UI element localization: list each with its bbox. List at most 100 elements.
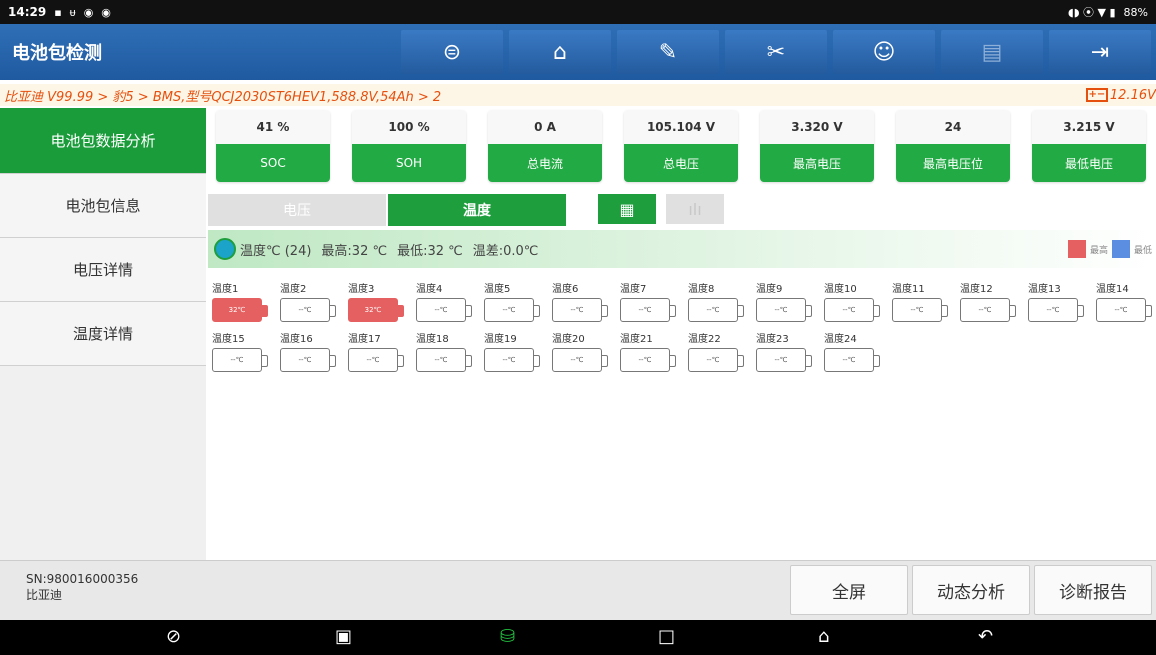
temperature-cell-label: 温度17 <box>348 334 381 345</box>
edit-icon: ✎ <box>658 39 678 65</box>
metric-card-total-voltage: 105.104 V 总电压 <box>624 110 738 182</box>
temperature-cell-value: --℃ <box>484 348 540 372</box>
grid-view-button[interactable]: ▦ <box>598 194 656 224</box>
back-icon[interactable]: ↶ <box>978 626 993 647</box>
chart-view-button[interactable]: ılı <box>666 194 724 224</box>
temperature-cell-label: 温度21 <box>620 334 653 345</box>
home-nav-icon[interactable]: ⌂ <box>818 626 829 647</box>
temperature-cell-value: 32℃ <box>348 298 404 322</box>
temperature-grid: 温度1 32℃ 温度2 --℃ 温度3 32℃ 温度4 --℃ 温度5 --℃ 温度6 --℃ 温度7-… <box>212 283 1156 379</box>
home-button[interactable]: ⌂ <box>509 30 611 74</box>
temperature-cell-label: 温度18 <box>416 334 449 345</box>
toolbar: ⊜ ⌂ ✎ ✂ ☺ ▤ ⇥ <box>401 30 1151 74</box>
steering-wheel-icon: ⊜ <box>442 39 462 65</box>
battery-percent: 88% <box>1123 5 1148 19</box>
metric-card-total-current: 0 A 总电流 <box>488 110 602 182</box>
temperature-cell-value: --℃ <box>688 348 744 372</box>
legend-min-swatch <box>1111 240 1130 258</box>
breadcrumb-path: 比亚迪 V99.99 > 豹5 > BMS,型号QCJ2030ST6HEV1,5… <box>4 89 442 105</box>
temperature-cell-label: 温度22 <box>688 334 721 345</box>
temperature-cell: 温度7 --℃ <box>620 283 676 329</box>
temperature-cell: 温度20 --℃ <box>552 333 608 379</box>
temperature-cell-value: --℃ <box>280 348 336 372</box>
temperature-cell-value: --℃ <box>552 348 608 372</box>
temperature-max: 最高:32 ℃ <box>321 243 388 259</box>
sidebar-item-pack-info[interactable]: 电池包信息 <box>0 174 206 238</box>
grid-view-icon: ▦ <box>619 199 635 219</box>
temperature-cell-label: 温度10 <box>824 284 857 295</box>
android-nav-bar: ⊘ ▣ ⛁ □ ⌂ ↶ <box>0 620 1156 655</box>
temperature-cell-value: --℃ <box>348 348 404 372</box>
tab-voltage[interactable]: 电压 <box>208 194 386 226</box>
tools-icon: ✂ <box>766 39 786 65</box>
print-button[interactable]: ▤ <box>941 30 1043 74</box>
temperature-cell: 温度6 --℃ <box>552 283 608 329</box>
app-notification-icon: ◉ <box>101 5 111 19</box>
temperature-cell-value: --℃ <box>416 298 472 322</box>
temperature-cell: 温度16 --℃ <box>280 333 336 379</box>
temperature-cell-label: 温度16 <box>280 334 313 345</box>
steering-wheel-button[interactable]: ⊜ <box>401 30 503 74</box>
legend-min-label: 最低 <box>1133 245 1152 256</box>
metric-value: 3.215 V <box>1032 110 1146 144</box>
temperature-cell-value: --℃ <box>1096 298 1152 322</box>
temperature-cell-value: --℃ <box>960 298 1016 322</box>
legend-max-label: 最高 <box>1089 245 1108 256</box>
edit-button[interactable]: ✎ <box>617 30 719 74</box>
metric-value: 100 % <box>352 110 466 144</box>
metric-card-max-voltage: 3.320 V 最高电压 <box>760 110 874 182</box>
vehicle-brand: 比亚迪 <box>26 588 63 602</box>
sidebar-item-temperature-details[interactable]: 温度详情 <box>0 302 206 366</box>
temperature-cell-value: --℃ <box>620 298 676 322</box>
usb-icon: ᵾ <box>69 5 76 19</box>
sidebar-item-voltage-details[interactable]: 电压详情 <box>0 238 206 302</box>
footer-buttons: 全屏 动态分析 诊断报告 <box>790 565 1152 615</box>
support-icon: ☺ <box>872 39 896 65</box>
status-bar: 14:29 ▪ ᵾ ◉ ◉ ◖◗ ⦿ ▼ ▮ 88% <box>0 0 1156 24</box>
temperature-cell-label: 温度8 <box>688 284 715 295</box>
metric-card-max-voltage-position: 24 最高电压位 <box>896 110 1010 182</box>
exit-button[interactable]: ⇥ <box>1049 30 1151 74</box>
sidebar-item-pack-data-analysis[interactable]: 电池包数据分析 <box>0 108 206 174</box>
gallery-icon[interactable]: ▣ <box>335 626 352 647</box>
temperature-cell: 温度17 --℃ <box>348 333 404 379</box>
temperature-cell-value: --℃ <box>620 348 676 372</box>
temperature-cell: 温度18 --℃ <box>416 333 472 379</box>
temperature-cell-label: 温度12 <box>960 284 993 295</box>
temperature-cell-value: --℃ <box>1028 298 1084 322</box>
temperature-cell-label: 温度1 <box>212 284 239 295</box>
sidebar: 电池包数据分析 电池包信息 电压详情 温度详情 <box>0 108 206 560</box>
tab-temperature[interactable]: 温度 <box>388 194 566 226</box>
dynamic-analysis-button[interactable]: 动态分析 <box>912 565 1030 615</box>
metric-card-soh: 100 % SOH <box>352 110 466 182</box>
temperature-cell: 温度4 --℃ <box>416 283 472 329</box>
recent-apps-icon[interactable]: □ <box>658 626 675 647</box>
battery-icon: +− <box>1085 88 1108 102</box>
temperature-cell: 温度9 --℃ <box>756 283 812 329</box>
diagnostic-report-button[interactable]: 诊断报告 <box>1034 565 1152 615</box>
temperature-cell: 温度23 --℃ <box>756 333 812 379</box>
temperature-cell-label: 温度14 <box>1096 284 1129 295</box>
fullscreen-button[interactable]: 全屏 <box>790 565 908 615</box>
metric-label: 总电压 <box>624 144 738 182</box>
app-header: 电池包检测 ⊜ ⌂ ✎ ✂ ☺ ▤ ⇥ <box>0 24 1156 80</box>
temperature-cell: 温度14 --℃ <box>1096 283 1152 329</box>
metric-label: SOH <box>352 144 466 182</box>
legend: 最高 最低 <box>1067 240 1156 258</box>
tools-button[interactable]: ✂ <box>725 30 827 74</box>
voltage-value: 12.16V <box>1109 87 1156 103</box>
temperature-min: 最低:32 ℃ <box>397 243 463 259</box>
temperature-cell: 温度22 --℃ <box>688 333 744 379</box>
support-button[interactable]: ☺ <box>833 30 935 74</box>
legend-max-swatch <box>1067 240 1086 258</box>
diagnostic-app-icon[interactable]: ⛁ <box>500 626 515 647</box>
temperature-cell-label: 温度15 <box>212 334 245 345</box>
temperature-cell: 温度13 --℃ <box>1028 283 1084 329</box>
metric-card-min-voltage: 3.215 V 最低电压 <box>1032 110 1146 182</box>
search-icon[interactable]: ⊘ <box>166 626 181 647</box>
metric-value: 3.320 V <box>760 110 874 144</box>
temperature-cell-value: 32℃ <box>212 298 268 322</box>
temperature-cell: 温度10 --℃ <box>824 283 880 329</box>
temperature-cell: 温度8 --℃ <box>688 283 744 329</box>
temperature-cell-value: --℃ <box>756 298 812 322</box>
